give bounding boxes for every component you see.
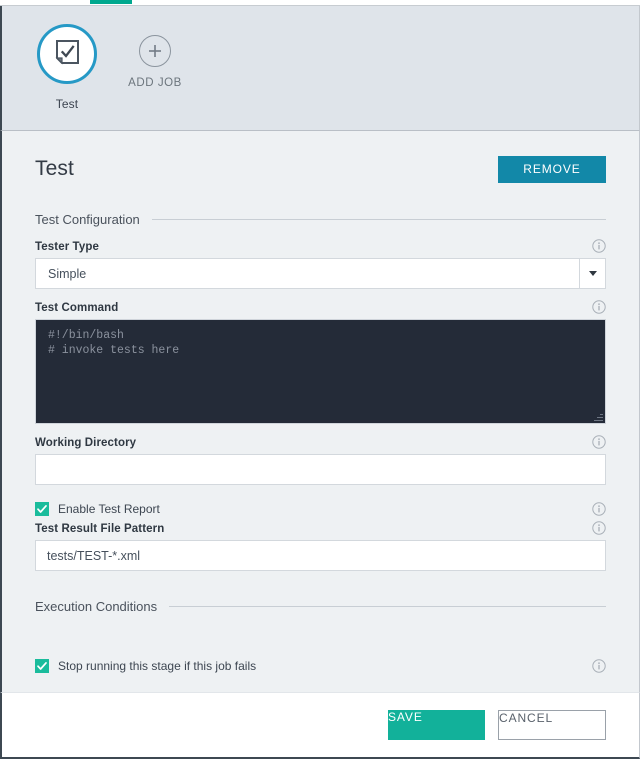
test-command-editor[interactable]: #!/bin/bash # invoke tests here <box>35 319 606 424</box>
field-working-directory: Working Directory <box>35 435 606 485</box>
active-tab-indicator[interactable] <box>90 0 132 4</box>
resize-handle[interactable] <box>594 412 603 421</box>
info-icon-working-directory[interactable] <box>592 435 606 449</box>
label-working-directory: Working Directory <box>35 437 137 449</box>
job-node-test[interactable]: Test <box>24 24 110 111</box>
info-icon-test-result-file-pattern[interactable] <box>592 521 606 535</box>
footer-actions: SAVE CANCEL <box>0 692 640 759</box>
field-tester-type: Tester Type Simple <box>35 239 606 289</box>
section-divider <box>151 219 606 220</box>
label-test-command: Test Command <box>35 302 119 314</box>
add-job-label: ADD JOB <box>128 77 182 89</box>
info-icon-stop-on-fail[interactable] <box>592 659 606 673</box>
label-test-result-file-pattern: Test Result File Pattern <box>35 523 165 535</box>
checkbox-stop-on-fail[interactable] <box>35 659 49 673</box>
plus-circle-icon <box>139 35 171 67</box>
test-checklist-icon <box>53 38 81 71</box>
label-enable-test-report[interactable]: Enable Test Report <box>58 502 160 516</box>
page-title: Test <box>35 157 74 180</box>
code-line: #!/bin/bash <box>48 329 124 342</box>
row-stop-on-fail: Stop running this stage if this job fail… <box>35 658 606 674</box>
jobs-bar: Test ADD JOB <box>0 6 640 131</box>
info-icon-enable-test-report[interactable] <box>592 502 606 516</box>
info-icon-tester-type[interactable] <box>592 239 606 253</box>
chevron-down-icon[interactable] <box>579 259 605 288</box>
code-line: # invoke tests here <box>48 343 180 357</box>
remove-button[interactable]: REMOVE <box>498 155 606 183</box>
job-label-test: Test <box>55 97 79 111</box>
add-job-button[interactable]: ADD JOB <box>110 35 200 89</box>
test-result-file-pattern-input[interactable] <box>35 540 606 571</box>
tester-type-select[interactable]: Simple <box>35 258 606 289</box>
row-enable-test-report: Enable Test Report <box>35 501 606 517</box>
section-header-execution-conditions: Execution Conditions <box>35 599 606 614</box>
checkbox-enable-test-report[interactable] <box>35 502 49 516</box>
section-divider <box>169 606 606 607</box>
job-editor-window: Test ADD JOB Test REMOVE Test Configurat… <box>0 0 640 759</box>
save-button[interactable]: SAVE <box>388 710 485 740</box>
field-test-result-file-pattern: Test Result File Pattern <box>35 521 606 571</box>
section-title-execution-conditions: Execution Conditions <box>35 599 158 614</box>
panel-header: Test REMOVE <box>35 131 606 190</box>
field-test-command: Test Command #!/bin/bash # invoke tests … <box>35 300 606 424</box>
cancel-button[interactable]: CANCEL <box>498 710 606 740</box>
job-avatar-test[interactable] <box>37 24 97 84</box>
tester-type-value: Simple <box>48 266 87 281</box>
section-header-test-configuration: Test Configuration <box>35 212 606 227</box>
working-directory-input[interactable] <box>35 454 606 485</box>
label-tester-type: Tester Type <box>35 241 99 253</box>
job-config-panel: Test REMOVE Test Configuration Tester Ty… <box>0 131 640 692</box>
info-icon-test-command[interactable] <box>592 300 606 314</box>
section-title-test-configuration: Test Configuration <box>35 212 140 227</box>
label-stop-on-fail[interactable]: Stop running this stage if this job fail… <box>58 659 256 673</box>
